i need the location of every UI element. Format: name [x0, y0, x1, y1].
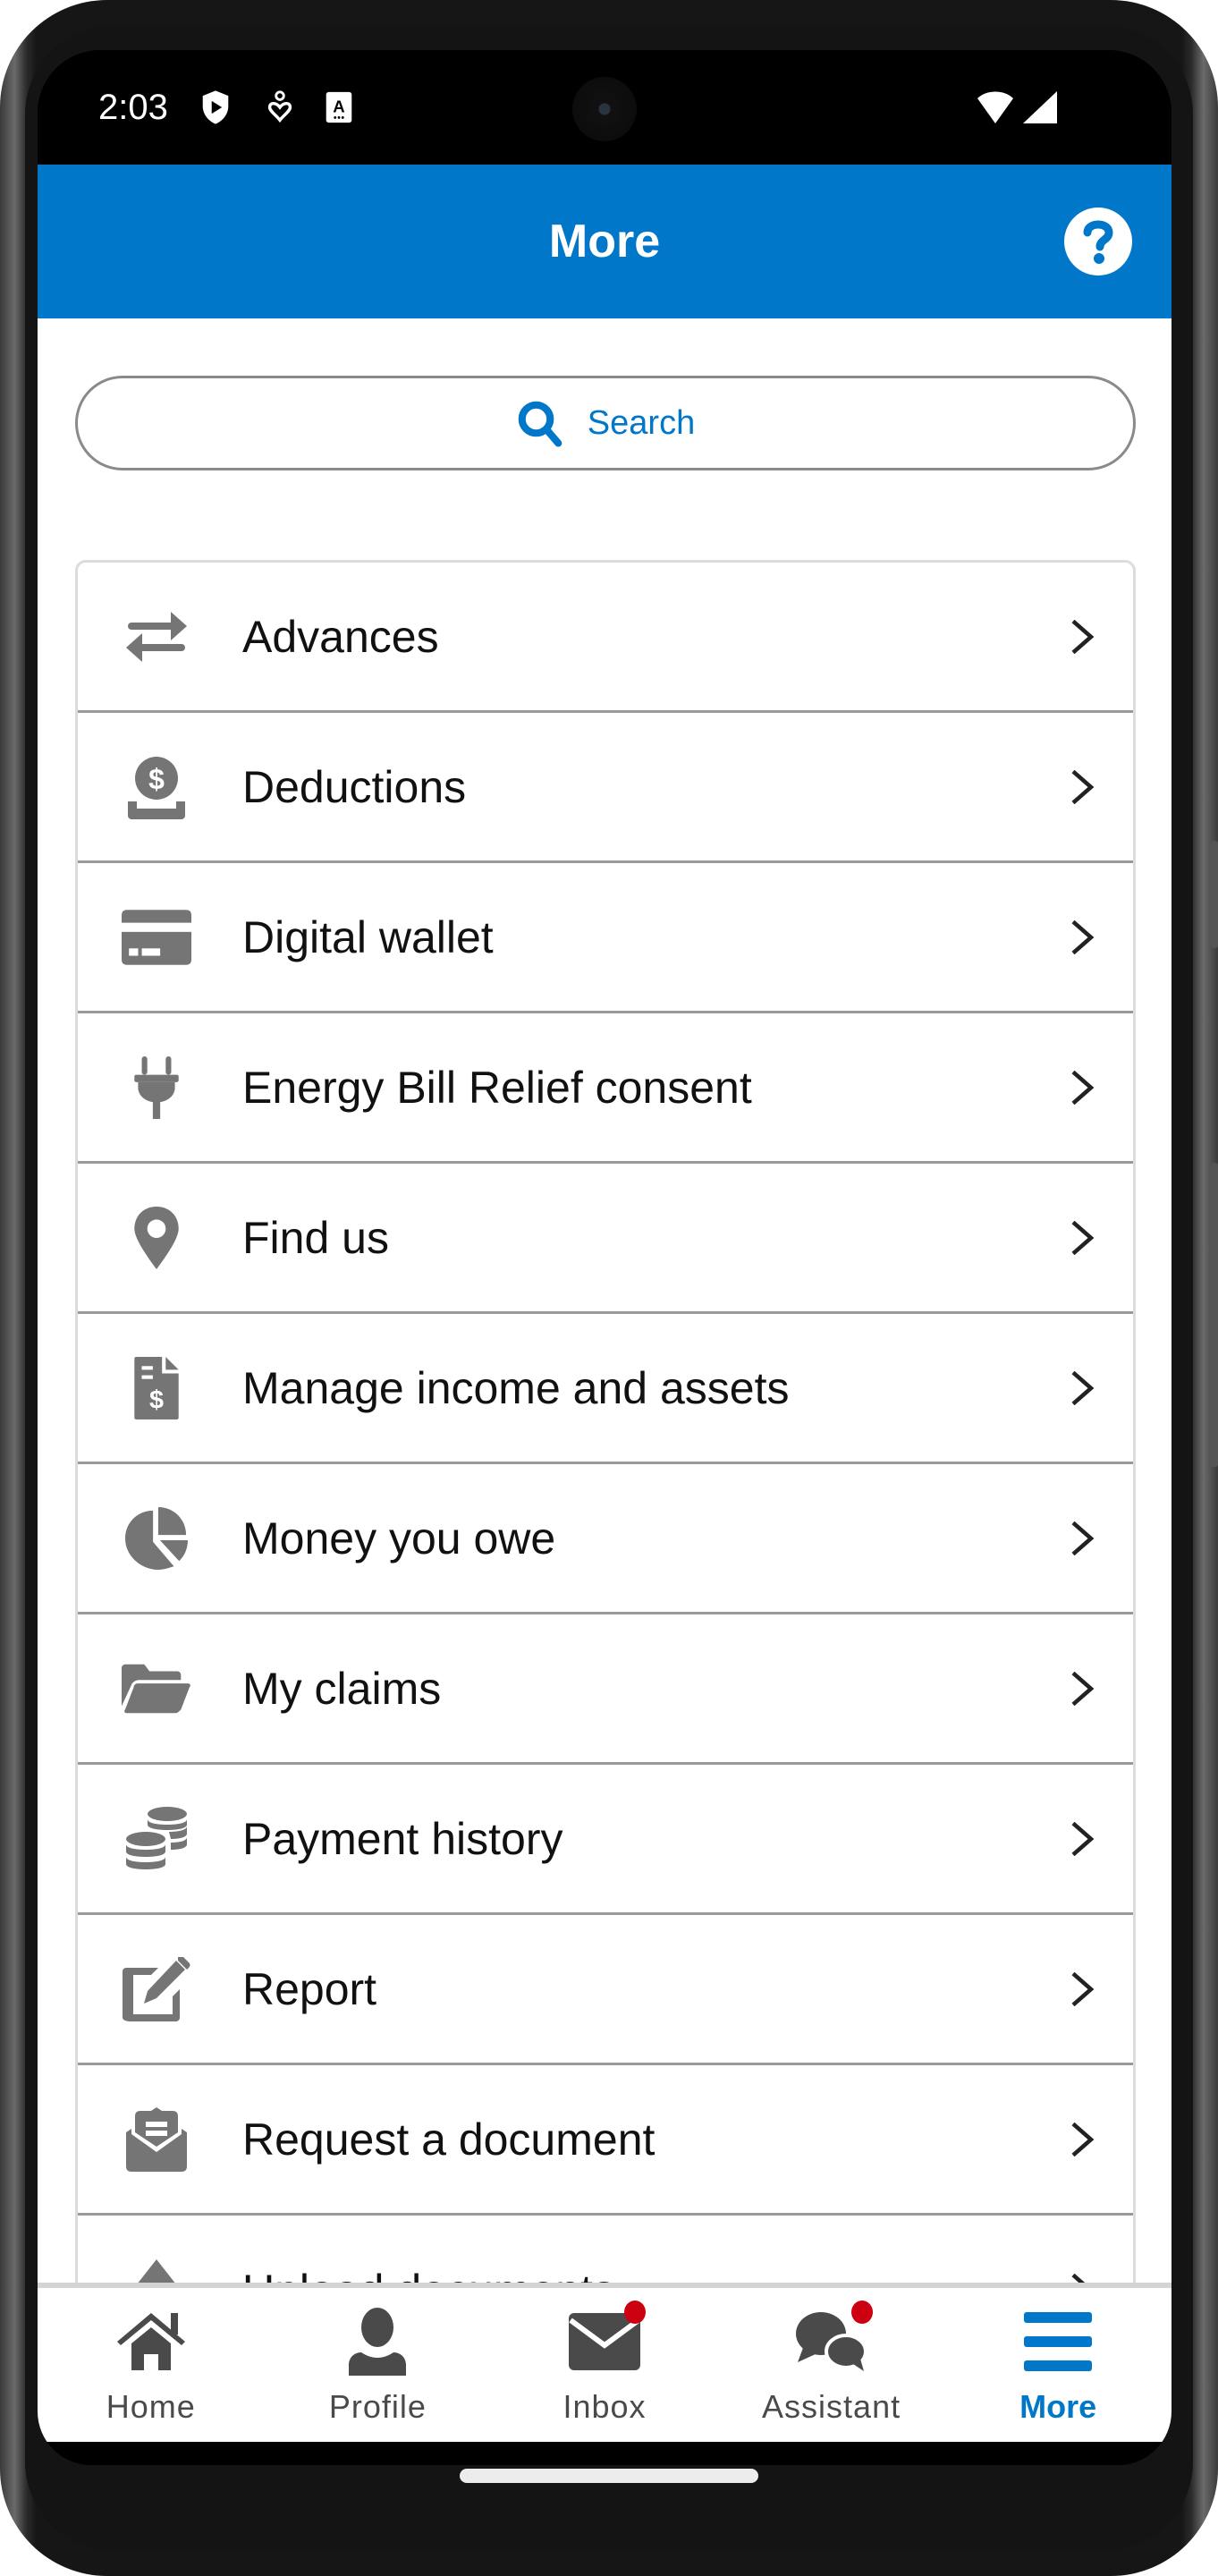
status-time: 2:03	[98, 88, 168, 127]
pie-chart-icon	[125, 1506, 188, 1570]
page-title: More	[548, 216, 661, 267]
nav-profile[interactable]: Profile	[265, 2288, 492, 2442]
chevron-right-icon	[1071, 1370, 1095, 1405]
menu-item-manage-income[interactable]: $ Manage income and assets	[78, 1314, 1133, 1464]
nav-label: More	[1019, 2388, 1097, 2425]
chevron-right-icon	[1071, 1220, 1095, 1255]
bottom-navigation: Home Profile Inbox Assistant More	[38, 2283, 1171, 2442]
volume-button	[1211, 841, 1218, 948]
nav-label: Profile	[328, 2388, 427, 2425]
front-camera	[572, 77, 637, 141]
notification-badge	[623, 2301, 646, 2324]
nav-assistant[interactable]: Assistant	[718, 2288, 945, 2442]
gesture-area	[38, 2442, 1171, 2465]
menu-item-label: Request a document	[242, 2114, 656, 2165]
invoice-dollar-icon: $	[134, 1356, 179, 1419]
plug-icon	[134, 1055, 179, 1119]
nav-inbox[interactable]: Inbox	[491, 2288, 718, 2442]
notification-badge	[850, 2301, 873, 2324]
autofill-a-icon: A	[326, 91, 352, 123]
menu-item-advances[interactable]: Advances	[78, 563, 1133, 713]
play-protect-shield-icon	[202, 90, 229, 124]
menu-item-report[interactable]: Report	[78, 1915, 1133, 2065]
svg-text:$: $	[149, 1385, 164, 1414]
content-area: Search Advances $ Deductions Digital wal…	[38, 318, 1171, 2336]
nav-label: Home	[106, 2388, 196, 2425]
power-button	[1211, 1163, 1218, 1467]
menu-item-label: Manage income and assets	[242, 1362, 790, 1413]
location-pin-icon	[134, 1206, 179, 1269]
chevron-right-icon	[1071, 1671, 1095, 1706]
chevron-right-icon	[1071, 1521, 1095, 1555]
menu-item-my-claims[interactable]: My claims	[78, 1614, 1133, 1765]
search-icon	[518, 401, 562, 447]
status-bar: 2:03 A	[38, 50, 1171, 165]
menu-item-label: Deductions	[242, 761, 467, 812]
cellular-signal-icon	[1023, 91, 1057, 123]
menu-item-label: My claims	[242, 1663, 442, 1714]
help-button[interactable]	[1064, 208, 1132, 275]
home-indicator[interactable]	[460, 2469, 758, 2483]
person-icon	[349, 2308, 407, 2376]
search-placeholder: Search	[587, 403, 696, 442]
menu-item-money-you-owe[interactable]: Money you owe	[78, 1464, 1133, 1614]
menu-item-label: Energy Bill Relief consent	[242, 1062, 752, 1113]
nav-label: Assistant	[762, 2388, 901, 2425]
edit-square-icon	[123, 1956, 190, 2021]
phone-screen: 2:03 A More Search Advances $ Deductions…	[38, 50, 1171, 2465]
menu-item-label: Money you owe	[242, 1513, 556, 1563]
credit-card-icon	[122, 909, 191, 965]
menu-item-label: Report	[242, 1963, 377, 2014]
svg-text:A: A	[333, 97, 344, 116]
swap-arrows-icon	[126, 611, 187, 662]
chevron-right-icon	[1071, 1070, 1095, 1105]
folder-open-icon	[122, 1664, 190, 1713]
svg-text:$: $	[148, 763, 165, 795]
chevron-right-icon	[1071, 1971, 1095, 2006]
nav-home[interactable]: Home	[38, 2288, 265, 2442]
menu-item-digital-wallet[interactable]: Digital wallet	[78, 863, 1133, 1013]
chevron-right-icon	[1071, 769, 1095, 804]
menu-item-deductions[interactable]: $ Deductions	[78, 713, 1133, 863]
menu-item-energy-bill-relief[interactable]: Energy Bill Relief consent	[78, 1013, 1133, 1164]
menu-item-find-us[interactable]: Find us	[78, 1164, 1133, 1314]
menu-item-label: Find us	[242, 1212, 389, 1263]
nav-label: Inbox	[562, 2388, 647, 2425]
menu-item-label: Advances	[242, 611, 439, 662]
hamburger-menu-icon	[1024, 2312, 1093, 2371]
menu-item-label: Payment history	[242, 1813, 563, 1864]
menu-item-request-document[interactable]: Request a document	[78, 2065, 1133, 2216]
accessibility-heart-icon	[267, 90, 292, 123]
coins-icon	[126, 1806, 187, 1869]
nav-more[interactable]: More	[944, 2288, 1171, 2442]
menu-item-label: Digital wallet	[242, 911, 494, 962]
envelope-document-icon	[126, 2106, 187, 2172]
chevron-right-icon	[1071, 919, 1095, 954]
chevron-right-icon	[1071, 2122, 1095, 2157]
dollar-deposit-icon: $	[128, 756, 185, 819]
menu-list: Advances $ Deductions Digital wallet Ene…	[75, 560, 1136, 2336]
wifi-icon	[977, 91, 1013, 123]
app-header: More	[38, 165, 1171, 318]
chevron-right-icon	[1071, 1821, 1095, 1856]
home-icon	[116, 2313, 185, 2370]
search-input[interactable]: Search	[75, 376, 1136, 470]
menu-item-payment-history[interactable]: Payment history	[78, 1765, 1133, 1915]
chevron-right-icon	[1071, 619, 1095, 654]
help-circle-icon	[1083, 220, 1113, 264]
